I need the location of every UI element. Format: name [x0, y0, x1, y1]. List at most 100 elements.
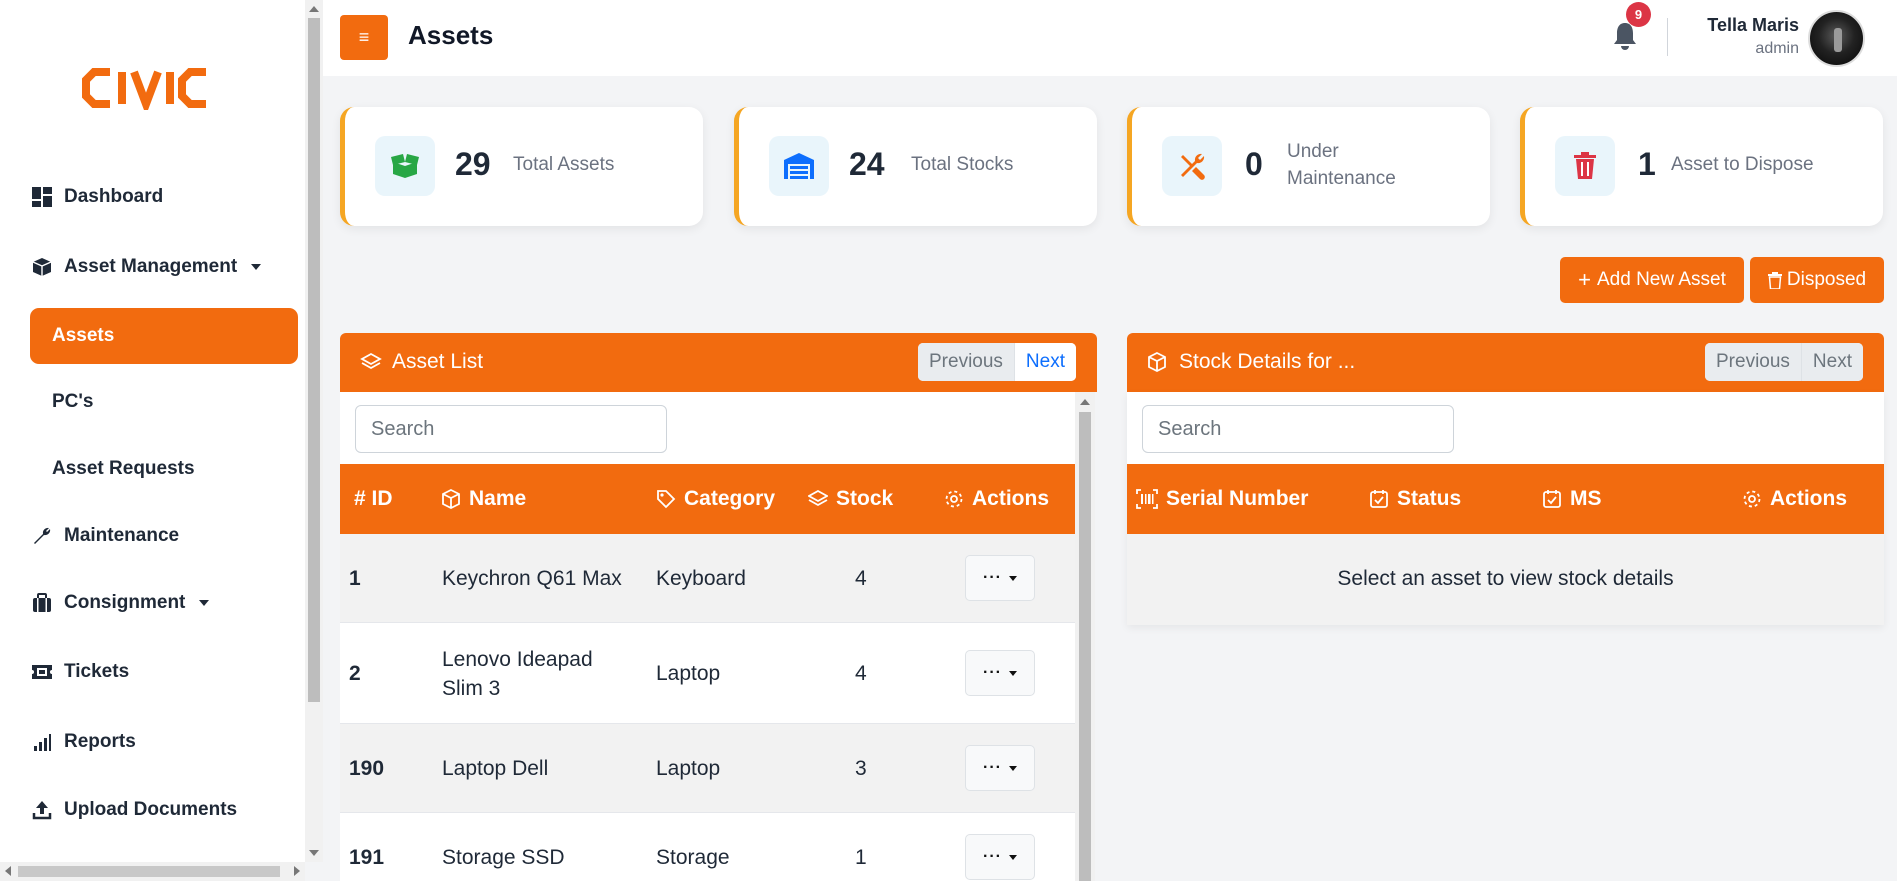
civic-logo [82, 68, 206, 110]
cell-category: Keyboard [656, 566, 746, 590]
asset-search-input[interactable] [355, 405, 667, 453]
stat-card-total-assets: 29 Total Assets [340, 107, 703, 226]
box-icon [30, 255, 54, 279]
stock-details-pagination: Previous Next [1705, 343, 1863, 381]
stat-label: Total Stocks [911, 154, 1014, 175]
scrollbar-thumb[interactable] [308, 18, 320, 702]
stat-label: Under Maintenance [1287, 141, 1396, 189]
dashboard-icon [30, 185, 54, 209]
table-row[interactable]: 191 Storage SSD Storage 1 ··· [340, 813, 1077, 881]
cell-name: Storage SSD [442, 845, 565, 869]
ellipsis-icon: ··· [983, 569, 1002, 586]
row-actions-dropdown[interactable]: ··· [965, 834, 1035, 880]
calendar-check-icon [1369, 489, 1389, 509]
stock-table-header: Serial Number Status MS Actions [1127, 464, 1884, 534]
row-actions-dropdown[interactable]: ··· [965, 745, 1035, 791]
cell-id: 1 [349, 566, 361, 590]
empty-state-row: Select an asset to view stock details [1127, 534, 1884, 625]
table-row[interactable]: 2 Lenovo Ideapad Slim 3 Laptop 4 ··· [340, 623, 1077, 724]
column-header-ms: MS [1542, 487, 1602, 511]
trash-icon [1555, 136, 1615, 196]
column-header-id: # ID [354, 487, 393, 510]
column-header-label: Name [469, 487, 527, 510]
tag-icon [656, 489, 676, 509]
sidebar-item-asset-management[interactable]: Asset Management [30, 240, 298, 294]
sidebar-item-dashboard[interactable]: Dashboard [30, 170, 298, 224]
panel-title-text: Asset List [392, 350, 484, 373]
upload-icon [30, 798, 54, 822]
asset-list-scrollbar[interactable] [1075, 392, 1095, 881]
scrollbar-thumb[interactable] [18, 866, 280, 877]
stat-label: Total Assets [513, 154, 615, 175]
stock-search-input[interactable] [1142, 405, 1454, 453]
user-name: Tella Maris [1707, 15, 1799, 35]
box-open-icon [375, 136, 435, 196]
sidebar-item-pcs[interactable]: PC's [30, 375, 298, 429]
cell-id: 190 [349, 756, 385, 780]
sidebar-item-upload-documents[interactable]: Upload Documents [30, 783, 298, 837]
sidebar-item-label: PC's [52, 391, 94, 412]
caret-down-icon [1008, 854, 1017, 860]
sidebar-item-consignment[interactable]: Consignment [30, 576, 298, 630]
sidebar-item-asset-requests[interactable]: Asset Requests [30, 442, 298, 496]
add-new-asset-button[interactable]: + Add New Asset [1560, 257, 1744, 303]
table-row[interactable]: 190 Laptop Dell Laptop 3 ··· [340, 724, 1077, 813]
scrollbar-thumb[interactable] [1079, 412, 1091, 881]
sidebar-scrollbar-vertical[interactable] [305, 0, 323, 862]
scroll-right-icon[interactable] [294, 866, 300, 876]
page-title: Assets [408, 20, 494, 50]
sidebar-item-assets[interactable]: Assets [30, 308, 298, 364]
scroll-down-icon[interactable] [309, 850, 319, 856]
sidebar-scrollbar-horizontal[interactable] [0, 862, 305, 881]
column-header-category: Category [656, 487, 775, 511]
stock-details-header: Stock Details for ... Previous Next [1127, 333, 1884, 392]
ellipsis-icon: ··· [983, 848, 1002, 865]
next-page-button[interactable]: Next [1014, 343, 1076, 381]
sidebar-item-label: Asset Management [64, 256, 238, 277]
stat-value: 29 [455, 146, 491, 182]
gear-icon [944, 489, 964, 509]
previous-page-button[interactable]: Previous [918, 343, 1015, 381]
box-outline-icon [441, 489, 461, 509]
next-page-button[interactable]: Next [1801, 343, 1863, 381]
cell-name: Lenovo Ideapad Slim 3 [442, 647, 593, 700]
scroll-up-icon[interactable] [309, 6, 319, 12]
stat-label: Asset to Dispose [1671, 154, 1814, 175]
sidebar-item-reports[interactable]: Reports [30, 715, 298, 769]
hamburger-icon: ≡ [358, 27, 370, 47]
scroll-left-icon[interactable] [5, 866, 11, 876]
asset-list-pagination: Previous Next [918, 343, 1076, 381]
row-actions-dropdown[interactable]: ··· [965, 650, 1035, 696]
empty-state-message: Select an asset to view stock details [1337, 567, 1674, 590]
cell-category: Laptop [656, 756, 721, 780]
sidebar-item-tickets[interactable]: Tickets [30, 645, 298, 699]
cell-stock: 4 [855, 566, 867, 590]
stat-value: 24 [849, 146, 885, 182]
column-header-serial-number: Serial Number [1136, 487, 1308, 511]
column-header-label: MS [1570, 487, 1602, 510]
bar-chart-icon [30, 730, 54, 754]
gear-icon [1742, 489, 1762, 509]
avatar[interactable] [1808, 10, 1865, 67]
asset-list-header: Asset List Previous Next [340, 333, 1097, 392]
cell-stock: 1 [855, 845, 867, 869]
table-row[interactable]: 1 Keychron Q61 Max Keyboard 4 ··· [340, 534, 1077, 623]
disposed-button[interactable]: Disposed [1750, 257, 1884, 303]
menu-toggle-button[interactable]: ≡ [340, 15, 388, 60]
scroll-up-icon[interactable] [1080, 399, 1090, 405]
user-role: admin [1755, 40, 1799, 57]
cell-id: 2 [349, 661, 361, 685]
sidebar-item-label: Consignment [64, 592, 186, 613]
sidebar: Dashboard Asset Management Assets PC's A… [0, 0, 305, 881]
panel-title-text: Stock Details for ... [1179, 350, 1356, 373]
stock-details-body: Serial Number Status MS Actions Select a… [1127, 392, 1884, 625]
previous-page-button[interactable]: Previous [1705, 343, 1802, 381]
ticket-icon [30, 660, 54, 684]
stat-value: 1 [1638, 146, 1656, 182]
sidebar-item-maintenance[interactable]: Maintenance [30, 509, 298, 563]
row-actions-dropdown[interactable]: ··· [965, 555, 1035, 601]
cell-stock: 4 [855, 661, 867, 685]
sidebar-item-label: Maintenance [64, 525, 180, 546]
stat-card-asset-to-dispose: 1 Asset to Dispose [1520, 107, 1883, 226]
asset-table-header: # ID Name Category Stock Actions [340, 464, 1077, 534]
